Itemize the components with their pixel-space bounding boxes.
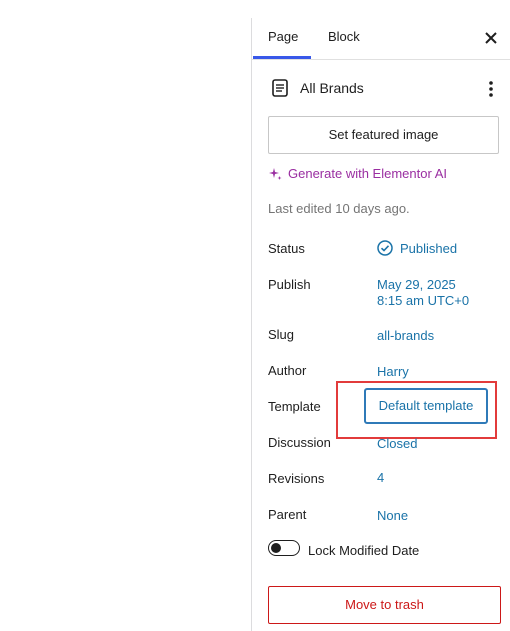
document-settings-sidebar: Page Block All Brands Set featured image… [251,18,510,631]
generate-ai-label: Generate with Elementor AI [288,166,447,181]
sidebar-tabs: Page Block [252,18,510,60]
revisions-value[interactable]: 4 [377,470,384,485]
sparkle-icon [269,167,282,180]
discussion-label: Discussion [268,435,331,450]
template-button[interactable]: Default template [364,388,488,424]
last-edited-text: Last edited 10 days ago. [268,201,410,216]
slug-value[interactable]: all-brands [377,328,434,343]
author-value[interactable]: Harry [377,364,409,379]
close-sidebar-button[interactable] [481,28,501,48]
document-title: All Brands [300,80,364,96]
publish-label: Publish [268,277,311,292]
parent-label: Parent [268,507,307,522]
discussion-value[interactable]: Closed [377,436,417,451]
status-text: Published [400,240,458,256]
slug-label: Slug [268,327,295,342]
template-label: Template [268,399,321,414]
move-to-trash-button[interactable]: Move to trash [268,586,501,624]
more-options-icon [489,81,493,97]
revisions-label: Revisions [268,471,325,486]
set-featured-image-button[interactable]: Set featured image [268,116,499,154]
more-options-button[interactable] [481,78,501,100]
generate-ai-link[interactable]: Generate with Elementor AI [268,166,447,181]
active-tab-indicator [253,56,311,59]
editor-canvas-area [0,0,251,631]
status-value[interactable]: Published [377,240,457,256]
parent-value[interactable]: None [377,508,408,523]
author-label: Author [268,363,307,378]
close-icon [485,32,497,44]
publish-value[interactable]: May 29, 2025 8:15 am UTC+0 [377,277,469,309]
publish-date: May 29, 2025 [377,277,456,292]
tab-block[interactable]: Block [328,18,360,59]
document-icon [272,79,288,97]
lock-modified-date-label: Lock Modified Date [308,543,420,558]
status-label: Status [268,241,305,256]
tab-page[interactable]: Page [268,18,298,59]
check-circle-icon [377,240,393,256]
toggle-knob [271,543,281,553]
lock-modified-date-toggle[interactable] [268,540,300,556]
publish-time: 8:15 am UTC+0 [377,293,470,308]
